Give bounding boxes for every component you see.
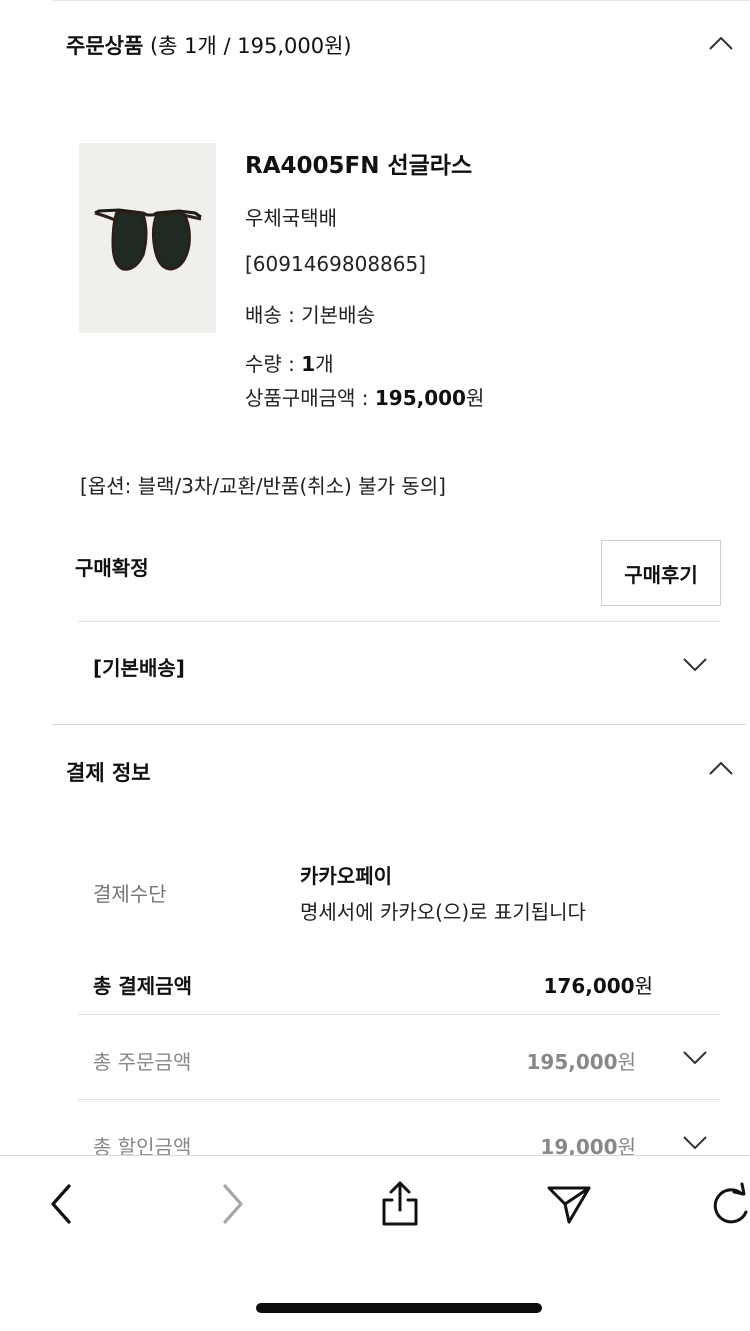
reload-icon[interactable] — [712, 1180, 750, 1228]
order-total-value: 195,000 — [526, 1050, 618, 1074]
shipping-type-value: 기본배송 — [301, 303, 375, 327]
quantity-label: 수량 : — [245, 352, 302, 376]
product-name[interactable]: RA4005FN 선글라스 — [245, 146, 472, 180]
order-total-amount: 195,000원 — [527, 1046, 637, 1075]
expand-discount-chevron-down-icon[interactable] — [682, 1133, 708, 1153]
payment-method-label: 결제수단 — [93, 882, 167, 906]
quantity: 수량 : 1개 — [245, 348, 334, 377]
price-label: 상품구매금액 : — [245, 386, 375, 410]
purchase-status: 구매확정 — [75, 556, 149, 580]
price-unit: 원 — [465, 386, 485, 410]
expand-order-total-chevron-down-icon[interactable] — [682, 1048, 708, 1068]
back-icon[interactable] — [38, 1180, 86, 1228]
payment-method-note: 명세서에 카카오(으)로 표기됩니다 — [300, 900, 586, 924]
quantity-value: 1 — [301, 352, 316, 376]
tracking-number[interactable]: [6091469808865] — [245, 252, 426, 276]
forward-icon[interactable] — [208, 1180, 256, 1228]
quantity-unit: 개 — [315, 352, 334, 376]
expand-shipping-chevron-down-icon[interactable] — [682, 655, 708, 675]
collapse-payment-chevron-up-icon[interactable] — [708, 758, 734, 778]
divider — [78, 621, 720, 622]
courier-name: 우체국택배 — [245, 206, 337, 230]
product-image[interactable] — [79, 143, 216, 333]
share-icon[interactable] — [376, 1180, 424, 1228]
order-total-label[interactable]: 총 주문금액 — [93, 1046, 191, 1075]
total-payment-value: 176,000 — [543, 974, 635, 998]
order-section-summary: (총 1개 / 195,000원) — [149, 34, 352, 58]
section-divider — [52, 724, 746, 725]
top-divider — [52, 0, 750, 1]
payment-method-value: 카카오페이 — [300, 864, 392, 888]
price-value: 195,000 — [374, 386, 466, 410]
order-section-label: 주문상품 — [66, 34, 144, 58]
shipping-type: 배송 : 기본배송 — [245, 299, 375, 328]
collapse-order-chevron-up-icon[interactable] — [708, 33, 734, 53]
product-option: [옵션: 블랙/3차/교환/반품(취소) 불가 동의] — [80, 474, 446, 498]
total-payment-unit: 원 — [634, 974, 653, 998]
shipping-type-label: 배송 : — [245, 303, 302, 327]
total-payment-amount: 176,000원 — [544, 970, 654, 999]
payment-section-title[interactable]: 결제 정보 — [66, 757, 151, 787]
shipping-group-label[interactable]: [기본배송] — [93, 652, 185, 681]
send-icon[interactable] — [545, 1180, 593, 1228]
product-price: 상품구매금액 : 195,000원 — [245, 382, 484, 411]
order-section-title[interactable]: 주문상품 (총 1개 / 195,000원) — [66, 30, 352, 60]
order-total-unit: 원 — [617, 1050, 636, 1074]
write-review-button[interactable]: 구매후기 — [601, 540, 721, 606]
divider — [78, 1099, 720, 1100]
total-payment-label: 총 결제금액 — [93, 974, 192, 998]
home-indicator[interactable] — [256, 1303, 542, 1313]
divider — [78, 1014, 720, 1015]
